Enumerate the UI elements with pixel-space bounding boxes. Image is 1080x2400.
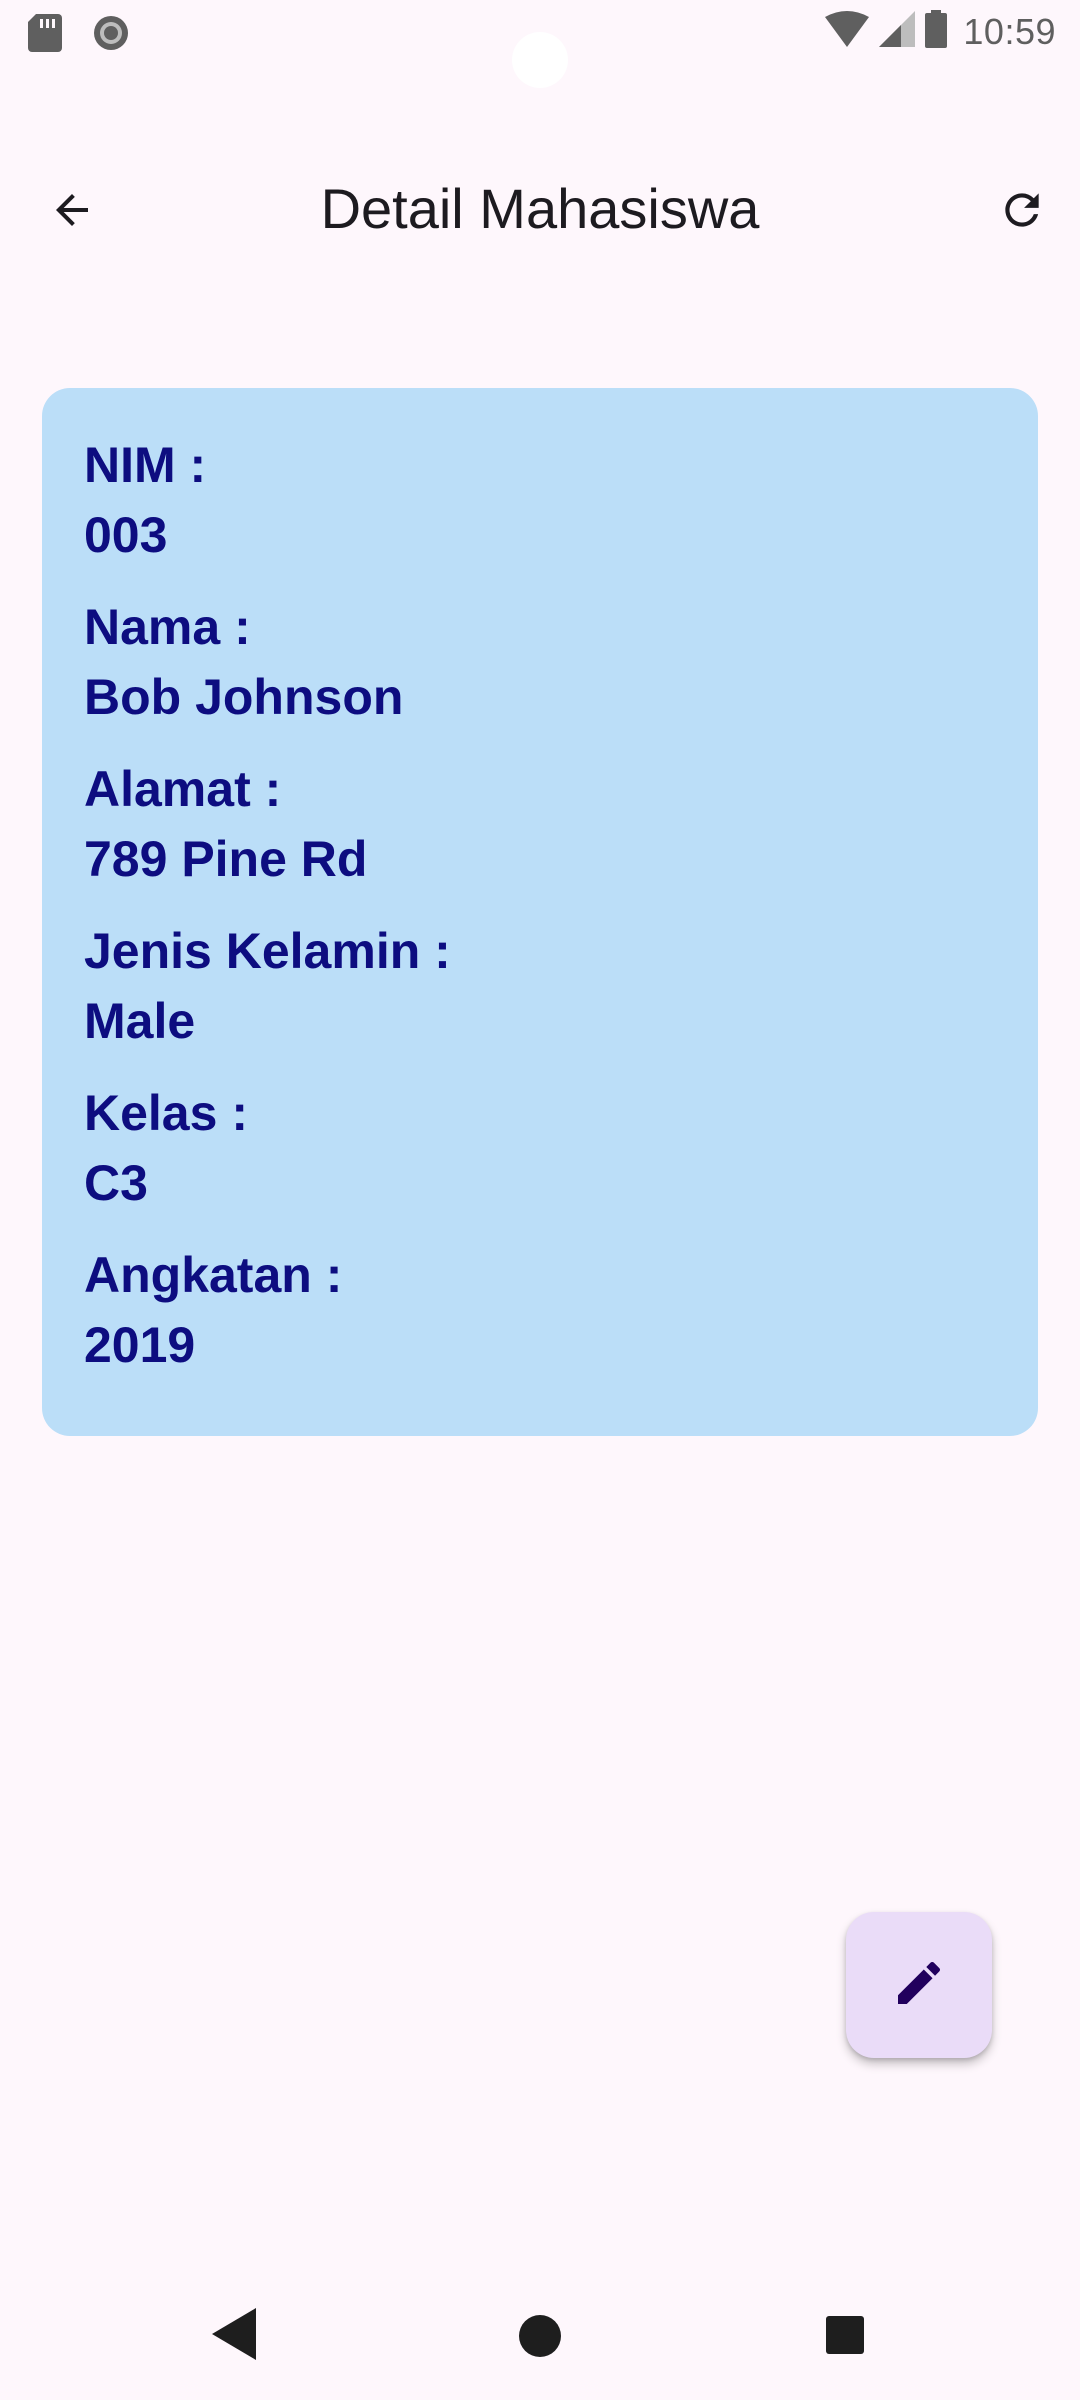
field-angkatan: Angkatan : 2019	[84, 1240, 996, 1380]
camera-cutout	[512, 32, 568, 88]
field-alamat: Alamat : 789 Pine Rd	[84, 754, 996, 894]
nav-home-icon[interactable]	[519, 2315, 561, 2357]
app-bar: Detail Mahasiswa	[0, 150, 1080, 270]
field-label: Jenis Kelamin :	[84, 923, 451, 979]
student-detail-card: NIM : 003 Nama : Bob Johnson Alamat : 78…	[42, 388, 1038, 1436]
field-value: 789 Pine Rd	[84, 831, 368, 887]
status-time: 10:59	[963, 10, 1056, 52]
edit-fab-button[interactable]	[846, 1912, 992, 2058]
field-label: Nama :	[84, 599, 251, 655]
system-nav-bar	[0, 2280, 1080, 2400]
record-icon	[92, 14, 130, 57]
field-value: C3	[84, 1155, 148, 1211]
field-label: NIM :	[84, 437, 207, 493]
sd-card-icon	[28, 14, 62, 57]
field-nim: NIM : 003	[84, 430, 996, 570]
field-kelas: Kelas : C3	[84, 1078, 996, 1218]
page-title: Detail Mahasiswa	[320, 177, 760, 240]
field-value: 2019	[84, 1317, 196, 1373]
field-label: Alamat :	[84, 761, 282, 817]
field-value: Bob Johnson	[84, 669, 404, 725]
wifi-icon	[825, 11, 870, 52]
refresh-icon	[997, 185, 1047, 240]
nav-recents-icon[interactable]	[826, 2316, 864, 2354]
field-label: Kelas :	[84, 1085, 248, 1141]
edit-pencil-icon	[891, 1955, 947, 2016]
field-nama: Nama : Bob Johnson	[84, 592, 996, 732]
cell-signal-icon	[879, 11, 916, 52]
field-value: 003	[84, 507, 168, 563]
status-left-icons	[28, 14, 130, 57]
status-right-icons: 10:59	[825, 10, 1056, 53]
field-value: Male	[84, 993, 196, 1049]
nav-back-icon[interactable]	[212, 2308, 256, 2365]
status-bar: 10:59	[0, 0, 1080, 88]
refresh-button[interactable]	[990, 180, 1054, 244]
field-label: Angkatan :	[84, 1247, 343, 1303]
battery-icon	[925, 10, 948, 53]
field-jenis-kelamin: Jenis Kelamin : Male	[84, 916, 996, 1056]
